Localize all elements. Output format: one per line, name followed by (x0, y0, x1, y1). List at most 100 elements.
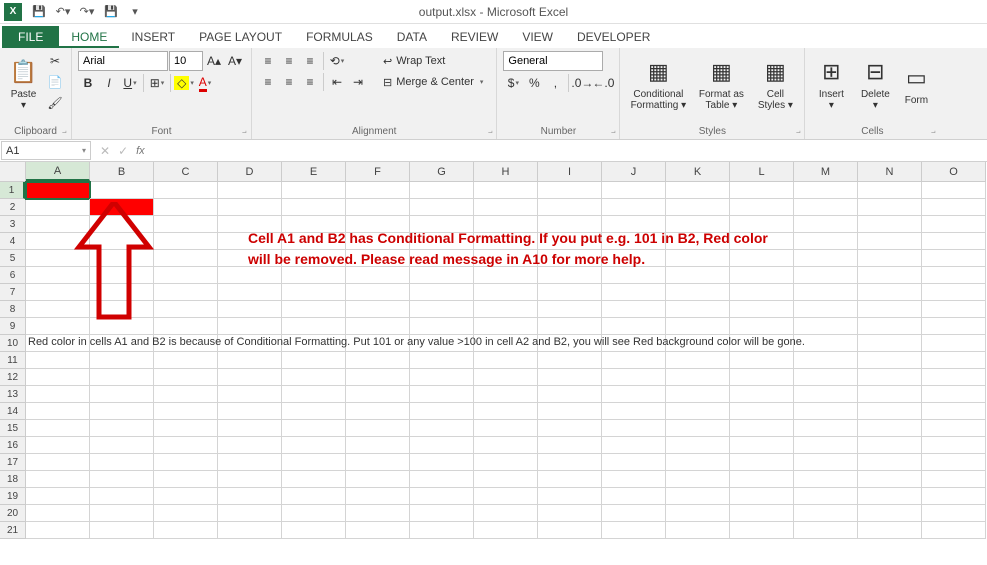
cell-K15[interactable] (666, 420, 730, 437)
cell-E1[interactable] (282, 182, 346, 199)
conditional-formatting-button[interactable]: ▦ Conditional Formatting ▾ (626, 51, 690, 117)
cell-B19[interactable] (90, 488, 154, 505)
cell-C6[interactable] (154, 267, 218, 284)
increase-indent-icon[interactable]: ⇥ (348, 72, 368, 92)
percent-button[interactable]: % (524, 73, 544, 93)
cell-H13[interactable] (474, 386, 538, 403)
qat-customize-icon[interactable]: ▾ (124, 2, 146, 22)
row-header-19[interactable]: 19 (0, 488, 26, 505)
font-color-button[interactable]: A (195, 73, 215, 93)
cell-B1[interactable] (90, 182, 154, 199)
cell-B11[interactable] (90, 352, 154, 369)
cell-N7[interactable] (858, 284, 922, 301)
cell-H12[interactable] (474, 369, 538, 386)
cell-E19[interactable] (282, 488, 346, 505)
cell-A11[interactable] (26, 352, 90, 369)
row-header-2[interactable]: 2 (0, 199, 26, 216)
currency-button[interactable]: $ (503, 73, 523, 93)
orientation-icon[interactable]: ⟲ (327, 51, 347, 71)
cell-J20[interactable] (602, 505, 666, 522)
cell-K16[interactable] (666, 437, 730, 454)
cell-O15[interactable] (922, 420, 986, 437)
align-top-icon[interactable]: ≡ (258, 51, 278, 71)
cell-M20[interactable] (794, 505, 858, 522)
tab-data[interactable]: DATA (385, 26, 439, 48)
cell-I11[interactable] (538, 352, 602, 369)
format-as-table-button[interactable]: ▦ Format as Table ▾ (694, 51, 748, 117)
cell-J13[interactable] (602, 386, 666, 403)
cell-E18[interactable] (282, 471, 346, 488)
cell-H21[interactable] (474, 522, 538, 539)
cell-J18[interactable] (602, 471, 666, 488)
cell-M7[interactable] (794, 284, 858, 301)
cell-D2[interactable] (218, 199, 282, 216)
cell-D18[interactable] (218, 471, 282, 488)
cell-O20[interactable] (922, 505, 986, 522)
cell-D20[interactable] (218, 505, 282, 522)
cell-K11[interactable] (666, 352, 730, 369)
cell-H11[interactable] (474, 352, 538, 369)
cell-N11[interactable] (858, 352, 922, 369)
cell-H18[interactable] (474, 471, 538, 488)
cell-J11[interactable] (602, 352, 666, 369)
cell-J12[interactable] (602, 369, 666, 386)
cell-C20[interactable] (154, 505, 218, 522)
cell-G14[interactable] (410, 403, 474, 420)
cell-D1[interactable] (218, 182, 282, 199)
col-header-B[interactable]: B (90, 162, 154, 182)
column-headers[interactable]: ABCDEFGHIJKLMNO (26, 162, 986, 182)
tab-review[interactable]: REVIEW (439, 26, 510, 48)
cell-K12[interactable] (666, 369, 730, 386)
cell-G21[interactable] (410, 522, 474, 539)
cell-I12[interactable] (538, 369, 602, 386)
cell-N19[interactable] (858, 488, 922, 505)
cell-M15[interactable] (794, 420, 858, 437)
font-name-combo[interactable] (78, 51, 168, 71)
insert-cells-button[interactable]: ⊞ Insert▾ (811, 51, 851, 117)
cell-O19[interactable] (922, 488, 986, 505)
cell-K17[interactable] (666, 454, 730, 471)
cell-H8[interactable] (474, 301, 538, 318)
qat-save-icon[interactable]: 💾 (28, 2, 50, 22)
cell-A12[interactable] (26, 369, 90, 386)
row-header-6[interactable]: 6 (0, 267, 26, 284)
decrease-decimal-icon[interactable]: ←.0 (593, 73, 613, 93)
tab-home[interactable]: HOME (59, 26, 119, 48)
cell-D13[interactable] (218, 386, 282, 403)
cell-G7[interactable] (410, 284, 474, 301)
cell-A18[interactable] (26, 471, 90, 488)
cell-D19[interactable] (218, 488, 282, 505)
cell-I21[interactable] (538, 522, 602, 539)
cell-K2[interactable] (666, 199, 730, 216)
cell-L20[interactable] (730, 505, 794, 522)
qat-save2-icon[interactable]: 💾 (100, 2, 122, 22)
cell-M2[interactable] (794, 199, 858, 216)
cell-B16[interactable] (90, 437, 154, 454)
tab-formulas[interactable]: FORMULAS (294, 26, 385, 48)
cell-J8[interactable] (602, 301, 666, 318)
cell-N5[interactable] (858, 250, 922, 267)
row-header-20[interactable]: 20 (0, 505, 26, 522)
underline-button[interactable]: U (120, 73, 140, 93)
cell-D12[interactable] (218, 369, 282, 386)
cell-K14[interactable] (666, 403, 730, 420)
cell-B20[interactable] (90, 505, 154, 522)
cell-N8[interactable] (858, 301, 922, 318)
row-header-14[interactable]: 14 (0, 403, 26, 420)
cell-I17[interactable] (538, 454, 602, 471)
col-header-G[interactable]: G (410, 162, 474, 182)
number-format-combo[interactable] (503, 51, 603, 71)
cell-F17[interactable] (346, 454, 410, 471)
cell-I2[interactable] (538, 199, 602, 216)
tab-view[interactable]: VIEW (510, 26, 565, 48)
cell-K13[interactable] (666, 386, 730, 403)
tab-page-layout[interactable]: PAGE LAYOUT (187, 26, 294, 48)
paste-button[interactable]: 📋 Paste▾ (6, 51, 41, 117)
cell-J16[interactable] (602, 437, 666, 454)
border-button[interactable]: ⊞ (147, 73, 167, 93)
row-header-8[interactable]: 8 (0, 301, 26, 318)
cell-E8[interactable] (282, 301, 346, 318)
cell-J2[interactable] (602, 199, 666, 216)
cell-C8[interactable] (154, 301, 218, 318)
cell-A13[interactable] (26, 386, 90, 403)
